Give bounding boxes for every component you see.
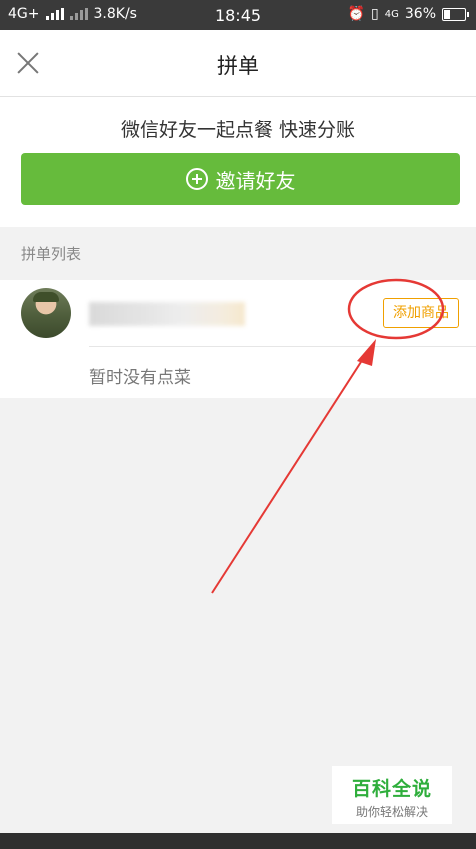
empty-order-text: 暂时没有点菜 — [89, 368, 191, 388]
add-item-button[interactable]: 添加商品 — [383, 298, 459, 328]
alarm-icon: ⏰ — [347, 6, 366, 22]
vibrate-icon: ▯ — [371, 6, 379, 22]
plus-circle-icon — [185, 168, 208, 190]
avatar-cap — [33, 292, 59, 302]
invite-tagline: 微信好友一起点餐 快速分账 — [120, 119, 356, 141]
member-name-blurred — [89, 302, 245, 326]
status-right: ⏰ ▯ 4G 36% — [347, 6, 469, 22]
avatar — [21, 288, 71, 338]
watermark: 百科全说 助你轻松解决 — [332, 766, 452, 824]
battery-percent: 36% — [404, 6, 436, 22]
bottom-bar — [0, 833, 476, 849]
page-title: 拼单 — [217, 54, 259, 78]
divider — [89, 346, 476, 347]
network-right-label: 4G — [384, 8, 399, 20]
invite-button-label: 邀请好友 — [215, 168, 296, 193]
battery-fill — [444, 9, 450, 19]
watermark-subtitle: 助你轻松解决 — [355, 805, 428, 819]
list-section-label: 拼单列表 — [21, 245, 82, 263]
invite-section: 微信好友一起点餐 快速分账 邀请好友 — [0, 97, 476, 227]
list-item: 添加商品 暂时没有点菜 — [0, 280, 476, 398]
watermark-title: 百科全说 — [351, 778, 432, 800]
header: 拼单 — [0, 30, 476, 97]
invite-friends-button[interactable]: 邀请好友 — [21, 153, 460, 205]
battery-icon — [442, 7, 469, 21]
status-bar: 4G+ 3.8K/s 18:45 ⏰ ▯ 4G 36% — [0, 0, 476, 30]
